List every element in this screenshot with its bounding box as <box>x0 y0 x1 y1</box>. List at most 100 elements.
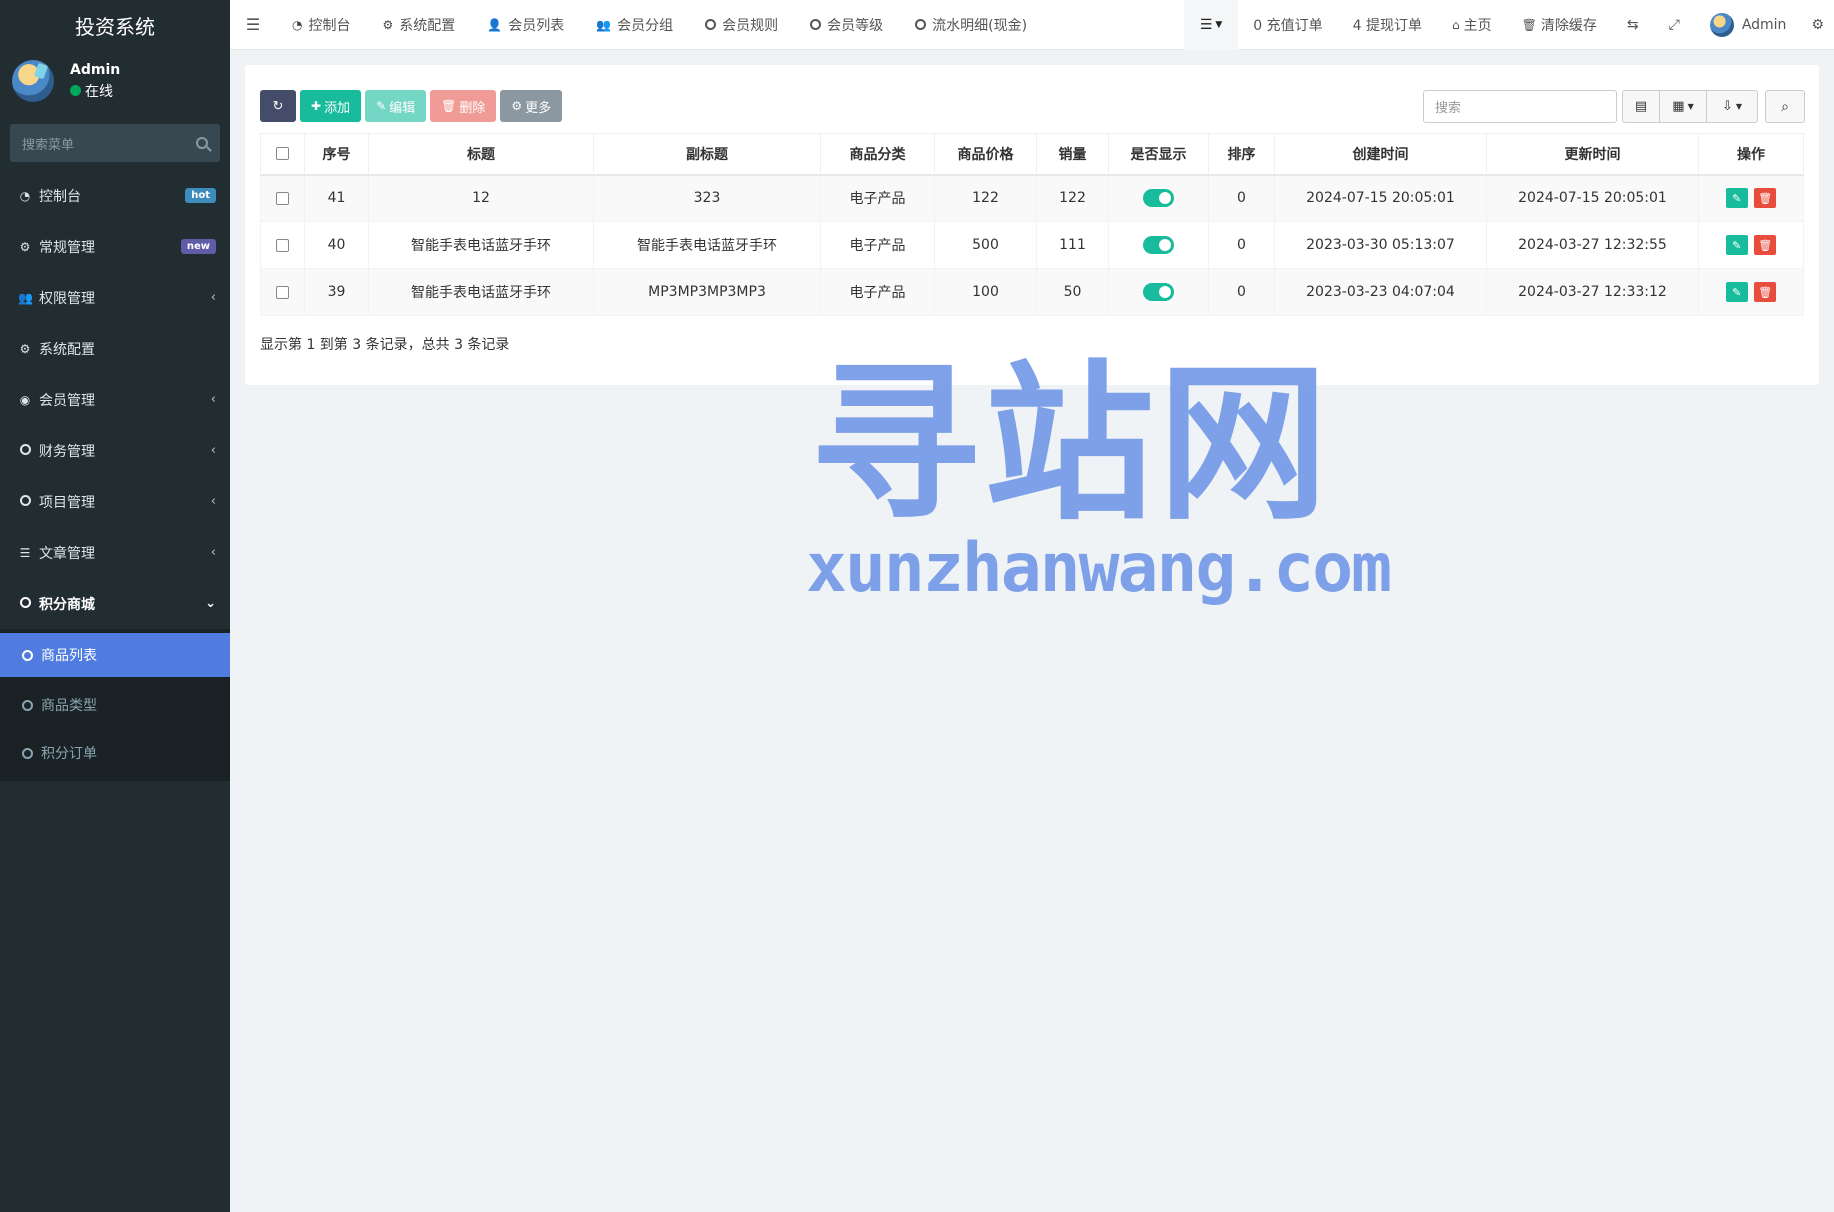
cell-sales: 50 <box>1036 268 1109 316</box>
tab-member-level[interactable]: 会员等级 <box>794 0 899 50</box>
tab-config[interactable]: ⚙ 系统配置 <box>366 0 471 50</box>
chevron-left-icon: ‹ <box>210 545 216 560</box>
users-icon: 👥 <box>596 17 612 32</box>
admin-menu[interactable]: Admin <box>1695 0 1802 50</box>
sidebar-item-finance[interactable]: 财务管理 ‹ <box>0 425 230 476</box>
col-id[interactable]: 序号 <box>304 133 369 176</box>
menu-toggle-icon[interactable]: ☰ <box>230 0 276 50</box>
col-category[interactable]: 商品分类 <box>820 133 935 176</box>
settings-icon[interactable]: ⚙ <box>1801 0 1834 50</box>
sidebar-item-auth[interactable]: 👥 权限管理 ‹ <box>0 272 230 323</box>
col-sales[interactable]: 销量 <box>1036 133 1109 176</box>
user-status: 在线 <box>70 81 120 101</box>
search-icon[interactable] <box>196 137 208 149</box>
tab-member-rules[interactable]: 会员规则 <box>689 0 794 50</box>
cogs-icon: ⚙ <box>19 239 31 254</box>
row-edit-button[interactable]: ✎ <box>1725 188 1748 209</box>
circle-icon <box>19 443 31 455</box>
sidebar-item-product-list[interactable]: 商品列表 <box>0 633 230 677</box>
col-updated[interactable]: 更新时间 <box>1486 133 1699 176</box>
add-button[interactable]: ✚ 添加 <box>300 90 362 122</box>
row-edit-button[interactable]: ✎ <box>1725 282 1748 302</box>
tab-cash-flow[interactable]: 流水明细(现金) <box>899 0 1043 50</box>
tab-dashboard[interactable]: ◔ 控制台 <box>276 0 366 50</box>
delete-button[interactable]: 🗑 删除 <box>430 90 497 122</box>
sidebar-item-points-orders[interactable]: 积分订单 <box>0 729 230 777</box>
menu-search-placeholder: 搜索菜单 <box>22 137 75 153</box>
select-all-checkbox[interactable] <box>276 147 289 161</box>
cell-created: 2023-03-30 05:13:07 <box>1274 221 1487 269</box>
translate-icon[interactable]: ⇆ <box>1612 0 1654 50</box>
show-toggle[interactable] <box>1143 189 1174 208</box>
show-toggle[interactable] <box>1143 236 1174 254</box>
cell-id: 41 <box>304 174 369 222</box>
cell-updated: 2024-03-27 12:33:12 <box>1486 268 1699 316</box>
row-checkbox[interactable] <box>276 238 289 252</box>
col-price[interactable]: 商品价格 <box>934 133 1037 176</box>
cell-sort: 0 <box>1208 221 1275 269</box>
row-checkbox[interactable] <box>276 285 289 299</box>
row-checkbox[interactable] <box>276 191 289 205</box>
cell-id: 39 <box>304 268 369 316</box>
plus-icon: ✚ <box>311 99 322 113</box>
recharge-orders-link[interactable]: 0 充值订单 <box>1238 0 1337 50</box>
user-circle-icon: ◉ <box>19 392 31 407</box>
col-title[interactable]: 标题 <box>368 133 594 176</box>
toggle-view-button[interactable]: ▤ <box>1622 90 1660 123</box>
sidebar-item-projects[interactable]: 项目管理 ‹ <box>0 476 230 527</box>
tab-member-list[interactable]: 👤 会员列表 <box>471 0 580 50</box>
sidebar-item-general[interactable]: ⚙ 常规管理 new <box>0 221 230 272</box>
table-search-input[interactable]: 搜索 <box>1423 90 1617 123</box>
row-delete-button[interactable]: 🗑 <box>1754 188 1777 209</box>
edit-button[interactable]: ✎ 编辑 <box>365 90 427 122</box>
show-toggle[interactable] <box>1143 283 1174 301</box>
pencil-icon: ✎ <box>1732 191 1742 205</box>
tab-member-group[interactable]: 👥 会员分组 <box>580 0 689 50</box>
top-navbar: ☰ ◔ 控制台 ⚙ 系统配置 👤 会员列表 👥 会员分组 会员规则 会员等级 流… <box>230 0 1834 50</box>
dashboard-icon: ◔ <box>19 188 31 203</box>
cell-sales: 111 <box>1036 221 1109 269</box>
export-dropdown[interactable]: ⇩ ▼ <box>1706 90 1758 123</box>
sidebar-item-articles[interactable]: ☰ 文章管理 ‹ <box>0 527 230 578</box>
cell-subtitle: MP3MP3MP3MP3 <box>593 268 821 316</box>
cell-category: 电子产品 <box>820 174 935 222</box>
sidebar-item-product-type[interactable]: 商品类型 <box>0 681 230 729</box>
refresh-button[interactable]: ↻ <box>260 90 296 122</box>
sidebar-item-points-mall[interactable]: 积分商城 ⌄ <box>0 578 230 629</box>
columns-dropdown[interactable]: ▦ ▼ <box>1659 90 1707 123</box>
trash-icon: 🗑 <box>1521 17 1537 32</box>
product-table: 序号 标题 副标题 商品分类 商品价格 销量 是否显示 排序 创建时间 更新时间… <box>260 133 1804 316</box>
clear-cache-button[interactable]: 🗑 清除缓存 <box>1507 0 1612 50</box>
home-link[interactable]: ⌂ 主页 <box>1437 0 1507 50</box>
circle-icon <box>19 596 31 608</box>
row-delete-button[interactable]: 🗑 <box>1754 282 1777 302</box>
sidebar-item-dashboard[interactable]: ◔ 控制台 hot <box>0 170 230 221</box>
more-button[interactable]: ⚙ 更多 <box>500 90 563 122</box>
brand-title[interactable]: 投资系统 <box>0 0 230 50</box>
cell-title: 智能手表电话蓝牙手环 <box>368 268 594 316</box>
col-show[interactable]: 是否显示 <box>1108 133 1209 176</box>
cell-subtitle: 智能手表电话蓝牙手环 <box>593 221 821 269</box>
withdraw-orders-link[interactable]: 4 提现订单 <box>1338 0 1437 50</box>
col-sort[interactable]: 排序 <box>1208 133 1275 176</box>
circle-icon <box>22 649 33 661</box>
fullscreen-icon[interactable]: ⤢ <box>1654 0 1695 50</box>
sidebar-item-config[interactable]: ⚙ 系统配置 <box>0 323 230 374</box>
row-edit-button[interactable]: ✎ <box>1725 235 1748 255</box>
table-header-row: 序号 标题 副标题 商品分类 商品价格 销量 是否显示 排序 创建时间 更新时间… <box>260 133 1804 176</box>
col-created[interactable]: 创建时间 <box>1274 133 1487 176</box>
watermark: 寻站网 xunzhanwang.com <box>806 355 1392 608</box>
circle-icon <box>705 19 717 30</box>
advanced-search-button[interactable]: ⌕ <box>1765 90 1805 123</box>
menu-search-input[interactable]: 搜索菜单 <box>10 124 220 162</box>
pencil-icon: ✎ <box>1732 238 1742 252</box>
user-name: Admin <box>70 61 121 78</box>
tab-list-dropdown[interactable]: ☰ ▼ <box>1183 0 1239 50</box>
col-subtitle[interactable]: 副标题 <box>593 133 821 176</box>
table-tools: ▤ ▦ ▼ ⇩ ▼ <box>1622 90 1758 123</box>
avatar <box>1709 12 1734 37</box>
row-delete-button[interactable]: 🗑 <box>1754 235 1777 255</box>
caret-down-icon: ▼ <box>1735 102 1743 111</box>
watermark-domain-text: xunzhanwang.com <box>806 529 1392 608</box>
sidebar-item-members[interactable]: ◉ 会员管理 ‹ <box>0 374 230 425</box>
